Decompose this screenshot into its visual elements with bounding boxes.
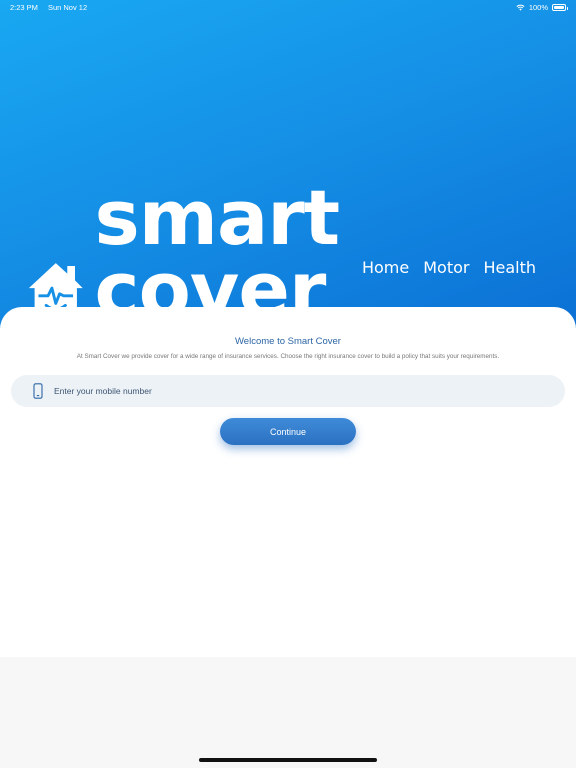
tagline-health: Health bbox=[483, 258, 536, 277]
mobile-number-field[interactable] bbox=[11, 375, 565, 407]
brand-logo: smart cover bbox=[25, 173, 576, 334]
brand-tagline: Home Motor Health bbox=[362, 258, 536, 277]
phone-icon bbox=[33, 383, 43, 399]
battery-icon bbox=[552, 3, 568, 11]
brand-name: smart cover bbox=[94, 173, 341, 334]
hero-banner: 2:23 PM Sun Nov 12 100% smart cover Home… bbox=[0, 0, 576, 340]
tagline-motor: Motor bbox=[423, 258, 470, 277]
welcome-description: At Smart Cover we provide cover for a wi… bbox=[76, 353, 500, 360]
login-card: Welcome to Smart Cover At Smart Cover we… bbox=[0, 307, 576, 657]
continue-button[interactable]: Continue bbox=[220, 418, 356, 445]
mobile-number-input[interactable] bbox=[54, 386, 565, 396]
welcome-title: Welcome to Smart Cover bbox=[235, 336, 341, 347]
status-bar: 2:23 PM Sun Nov 12 100% bbox=[0, 0, 576, 14]
status-date: Sun Nov 12 bbox=[47, 2, 88, 12]
wifi-icon bbox=[516, 4, 525, 11]
home-indicator[interactable] bbox=[199, 758, 377, 762]
tagline-home: Home bbox=[361, 258, 410, 277]
status-time: 2:23 PM bbox=[10, 2, 38, 12]
battery-percent: 100% bbox=[528, 2, 548, 12]
